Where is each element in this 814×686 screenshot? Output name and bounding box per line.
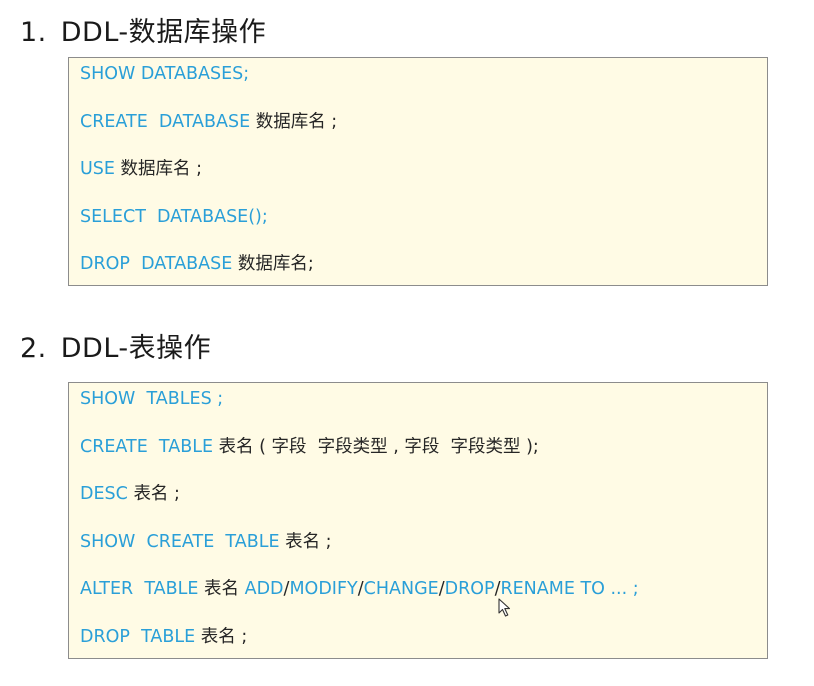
sql-keyword: MODIFY <box>289 579 358 599</box>
sql-text: 表名 ( 字段 字段类型 , 字段 字段类型 ); <box>218 436 539 457</box>
sql-text: 表名 ; <box>285 531 332 552</box>
sql-text: 数据库名 ; <box>120 159 203 179</box>
code-line: DESC 表名 ; <box>80 482 180 506</box>
code-line: SHOW CREATE TABLE 表名 ; <box>80 530 332 554</box>
section-1-title: 1. DDL-数据库操作 <box>20 10 266 49</box>
sql-keyword: DROP <box>444 579 495 599</box>
section-2-number: 2. <box>20 333 47 364</box>
sql-text: 数据库名; <box>237 254 314 274</box>
sql-text: 表名 <box>204 579 245 599</box>
sql-keyword: DROP DATABASE <box>80 254 238 274</box>
code-line: ALTER TABLE 表名 ADD/MODIFY/CHANGE/DROP/RE… <box>80 577 639 601</box>
sql-keyword: DROP TABLE <box>80 626 201 647</box>
section-1-title-text: DDL-数据库操作 <box>60 17 267 48</box>
section-2-title-text: DDL-表操作 <box>60 333 212 364</box>
sql-keyword: SELECT DATABASE(); <box>80 206 268 227</box>
sql-keyword: DESC <box>80 484 134 504</box>
mouse-pointer-icon <box>498 598 511 617</box>
sql-keyword: CREATE TABLE <box>80 436 219 457</box>
code-line: DROP TABLE 表名 ; <box>80 625 247 649</box>
sql-keyword: RENAME TO ... ; <box>500 579 639 599</box>
sql-keyword: USE <box>80 159 121 179</box>
sql-keyword: CREATE DATABASE <box>80 111 256 132</box>
sql-keyword: SHOW DATABASES; <box>80 64 250 84</box>
sql-keyword: ALTER TABLE <box>80 579 205 599</box>
section-1-number: 1. <box>20 17 47 48</box>
page: 1. DDL-数据库操作 SHOW DATABASES; CREATE DATABA… <box>0 0 814 686</box>
code-line: SHOW DATABASES; <box>80 62 249 86</box>
sql-keyword: SHOW CREATE TABLE <box>80 531 286 552</box>
sql-text: 表名 ; <box>200 626 248 647</box>
sql-text: 表名 ; <box>133 484 180 504</box>
code-line: USE 数据库名 ; <box>80 157 202 181</box>
sql-keyword: CHANGE <box>363 579 439 599</box>
sql-keyword: SHOW TABLES ; <box>80 389 224 409</box>
code-line: CREATE DATABASE 数据库名 ; <box>80 110 337 134</box>
database-commands-box: SHOW DATABASES; CREATE DATABASE 数据库名 ; USE… <box>68 57 768 286</box>
code-line: SELECT DATABASE(); <box>80 205 268 229</box>
section-2-title: 2. DDL-表操作 <box>20 326 211 365</box>
sql-keyword: ADD <box>244 579 284 599</box>
table-commands-box: SHOW TABLES ; CREATE TABLE 表名 ( 字段 字段类型 ,… <box>68 382 768 659</box>
sql-text: 数据库名 ; <box>255 111 338 132</box>
code-line: SHOW TABLES ; <box>80 387 223 411</box>
code-line: DROP DATABASE 数据库名; <box>80 252 314 276</box>
code-line: CREATE TABLE 表名 ( 字段 字段类型 , 字段 字段类型 ); <box>80 435 539 459</box>
